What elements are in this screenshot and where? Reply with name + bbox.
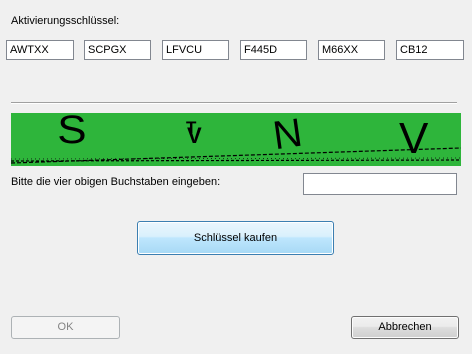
key-field-3[interactable]: LFVCU [162,40,229,60]
ok-button[interactable]: OK [11,316,120,339]
captcha-letter-2: V [187,123,202,148]
activation-key-label: Aktivierungsschlüssel: [11,15,120,27]
key-field-4[interactable]: F445D [240,40,307,60]
captcha-image: S T V N V [11,113,461,166]
key-field-1[interactable]: AWTXX [6,40,74,60]
captcha-letter-3: N [270,113,305,158]
buy-key-button[interactable]: Schlüssel kaufen [137,221,334,255]
captcha-letter-4: V [399,114,429,163]
captcha-prompt: Bitte die vier obigen Buchstaben eingebe… [11,176,221,188]
separator [11,102,457,104]
key-field-6[interactable]: CB12 [396,40,464,60]
captcha-input[interactable] [303,173,457,195]
key-field-2[interactable]: SCPGX [84,40,151,60]
captcha-letter-1: S [57,113,86,152]
key-field-5[interactable]: M66XX [318,40,385,60]
cancel-button[interactable]: Abbrechen [351,316,459,339]
captcha-noise-line [11,157,461,160]
